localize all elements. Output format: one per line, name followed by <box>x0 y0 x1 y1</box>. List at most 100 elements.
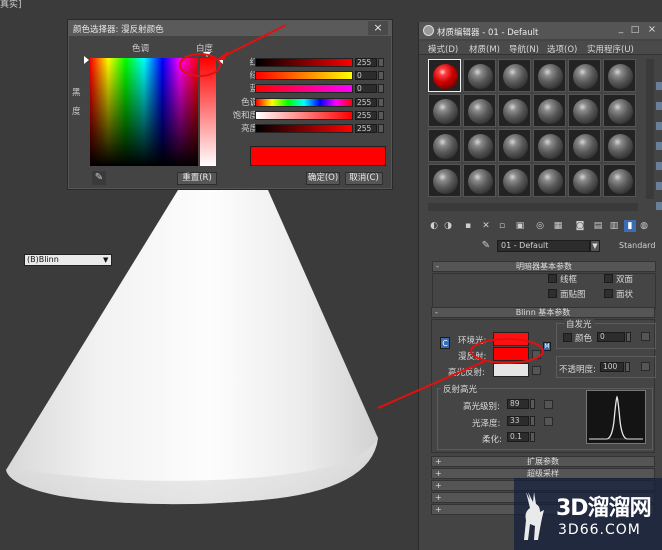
saturation-slider[interactable] <box>255 111 353 120</box>
menu-options[interactable]: 选项(O) <box>547 43 577 55</box>
put-to-library-icon[interactable]: ▣ <box>514 220 526 232</box>
saturation-value[interactable]: 255 <box>355 111 377 120</box>
material-name-dropdown[interactable]: ▼ <box>590 240 600 252</box>
go-to-parent-icon[interactable]: ▤ <box>592 220 604 232</box>
whiteness-slider[interactable] <box>200 58 216 166</box>
sample-slot[interactable] <box>533 129 566 162</box>
go-forward-sibling-icon[interactable]: ▥ <box>608 220 620 232</box>
whiteness-side-marker[interactable] <box>218 56 223 64</box>
sample-slot[interactable] <box>533 164 566 197</box>
sample-slot[interactable] <box>498 164 531 197</box>
soften-spinner[interactable] <box>530 432 535 442</box>
sample-slot[interactable] <box>463 94 496 127</box>
sample-slot[interactable] <box>498 94 531 127</box>
sample-slot[interactable] <box>498 59 531 92</box>
side-tool-uv-tiling-icon[interactable] <box>656 142 662 150</box>
menu-mode[interactable]: 模式(D) <box>428 43 458 55</box>
side-tool-preview-icon[interactable] <box>656 182 662 190</box>
sample-slot[interactable] <box>533 59 566 92</box>
slots-vertical-scrollbar[interactable] <box>646 59 654 199</box>
material-name-field[interactable]: 01 - Default <box>497 240 590 252</box>
self-illum-spinner[interactable] <box>626 332 631 342</box>
minimize-button[interactable]: _ <box>615 24 627 36</box>
specular-level-value[interactable]: 89 <box>507 399 529 409</box>
self-illum-color-checkbox[interactable] <box>563 333 572 342</box>
blue-value[interactable]: 0 <box>355 84 377 93</box>
side-tool-sample-type-icon[interactable] <box>656 82 662 90</box>
sample-slot[interactable] <box>428 164 461 197</box>
assign-to-selection-icon[interactable]: ▪ <box>462 220 474 232</box>
opacity-spinner[interactable] <box>625 362 630 372</box>
glossiness-spinner[interactable] <box>530 416 535 426</box>
menu-material[interactable]: 材质(M) <box>469 43 500 55</box>
shader-dropdown[interactable]: (B)Blinn <box>24 254 112 266</box>
reset-button[interactable]: 重置(R) <box>177 172 217 185</box>
sample-slot[interactable] <box>533 94 566 127</box>
sample-slot[interactable] <box>603 129 636 162</box>
slots-horizontal-scrollbar[interactable] <box>428 203 638 211</box>
get-material-icon[interactable]: ◐ <box>428 220 440 232</box>
show-end-result-icon[interactable]: ◙ <box>574 220 586 232</box>
side-tool-background-icon[interactable] <box>656 122 662 130</box>
green-spinner[interactable] <box>378 71 384 80</box>
ambient-color-swatch[interactable] <box>493 332 529 346</box>
sample-slot[interactable] <box>428 59 461 92</box>
self-illum-map-button[interactable] <box>641 332 650 341</box>
shader-basic-params-header[interactable]: - 明暗器基本参数 <box>432 261 656 272</box>
cancel-button[interactable]: 取消(C) <box>345 172 383 185</box>
show-map-icon[interactable]: ▦ <box>552 220 564 232</box>
hue-spectrum[interactable] <box>90 58 198 166</box>
material-type-button[interactable]: Standard <box>619 241 655 250</box>
sample-slot[interactable] <box>568 164 601 197</box>
shader-dropdown-arrow-icon[interactable]: ▼ <box>103 256 108 264</box>
color-picker-titlebar[interactable]: 颜色选择器: 漫反射颜色 × <box>68 20 392 36</box>
value-spinner[interactable] <box>378 124 384 133</box>
sample-slot[interactable] <box>568 59 601 92</box>
self-illum-value[interactable]: 0 <box>597 332 625 342</box>
color-picker-close-button[interactable]: × <box>368 21 388 35</box>
faceted-checkbox[interactable] <box>604 289 613 298</box>
blackness-marker[interactable] <box>84 56 89 64</box>
blue-spinner[interactable] <box>378 84 384 93</box>
side-tool-options-icon[interactable] <box>656 202 662 210</box>
green-slider[interactable] <box>255 71 353 80</box>
sample-slot[interactable] <box>463 164 496 197</box>
glossiness-value[interactable]: 33 <box>507 416 529 426</box>
material-map-navigator-icon[interactable]: ◍ <box>638 220 650 232</box>
sample-slot[interactable] <box>463 59 496 92</box>
ok-button[interactable]: 确定(O) <box>306 172 340 185</box>
menu-utilities[interactable]: 实用程序(U) <box>587 43 634 55</box>
soften-value[interactable]: 0.1 <box>507 432 529 442</box>
diffuse-map-button[interactable] <box>532 350 541 359</box>
sample-slot[interactable] <box>603 94 636 127</box>
green-value[interactable]: 0 <box>355 71 377 80</box>
hue-slider[interactable] <box>255 98 353 107</box>
value-value[interactable]: 255 <box>355 124 377 133</box>
red-spinner[interactable] <box>378 58 384 67</box>
saturation-spinner[interactable] <box>378 111 384 120</box>
specular-level-spinner[interactable] <box>530 399 535 409</box>
sample-slot[interactable] <box>428 94 461 127</box>
material-id-icon[interactable]: ◎ <box>534 220 546 232</box>
specular-color-swatch[interactable] <box>493 363 529 377</box>
sample-slot[interactable] <box>603 59 636 92</box>
close-button[interactable]: × <box>645 24 659 36</box>
put-to-scene-icon[interactable]: ◑ <box>442 220 454 232</box>
side-tool-video-check-icon[interactable] <box>656 162 662 170</box>
sample-slot[interactable] <box>568 129 601 162</box>
wire-checkbox[interactable] <box>548 274 557 283</box>
reset-map-icon[interactable]: ✕ <box>480 220 492 232</box>
sample-slot[interactable] <box>463 129 496 162</box>
hue-spinner[interactable] <box>378 98 384 107</box>
blue-slider[interactable] <box>255 84 353 93</box>
diffuse-color-swatch[interactable] <box>493 347 529 361</box>
make-unique-icon[interactable]: ▫ <box>496 220 508 232</box>
map-lock-button[interactable]: M <box>543 342 551 351</box>
side-tool-backlight-icon[interactable] <box>656 102 662 110</box>
red-value[interactable]: 255 <box>355 58 377 67</box>
menu-navigation[interactable]: 导航(N) <box>509 43 539 55</box>
whiteness-top-marker[interactable] <box>203 52 211 57</box>
red-slider[interactable] <box>255 58 353 67</box>
extended-params-header[interactable]: + 扩展参数 <box>431 456 655 467</box>
value-slider[interactable] <box>255 124 353 133</box>
